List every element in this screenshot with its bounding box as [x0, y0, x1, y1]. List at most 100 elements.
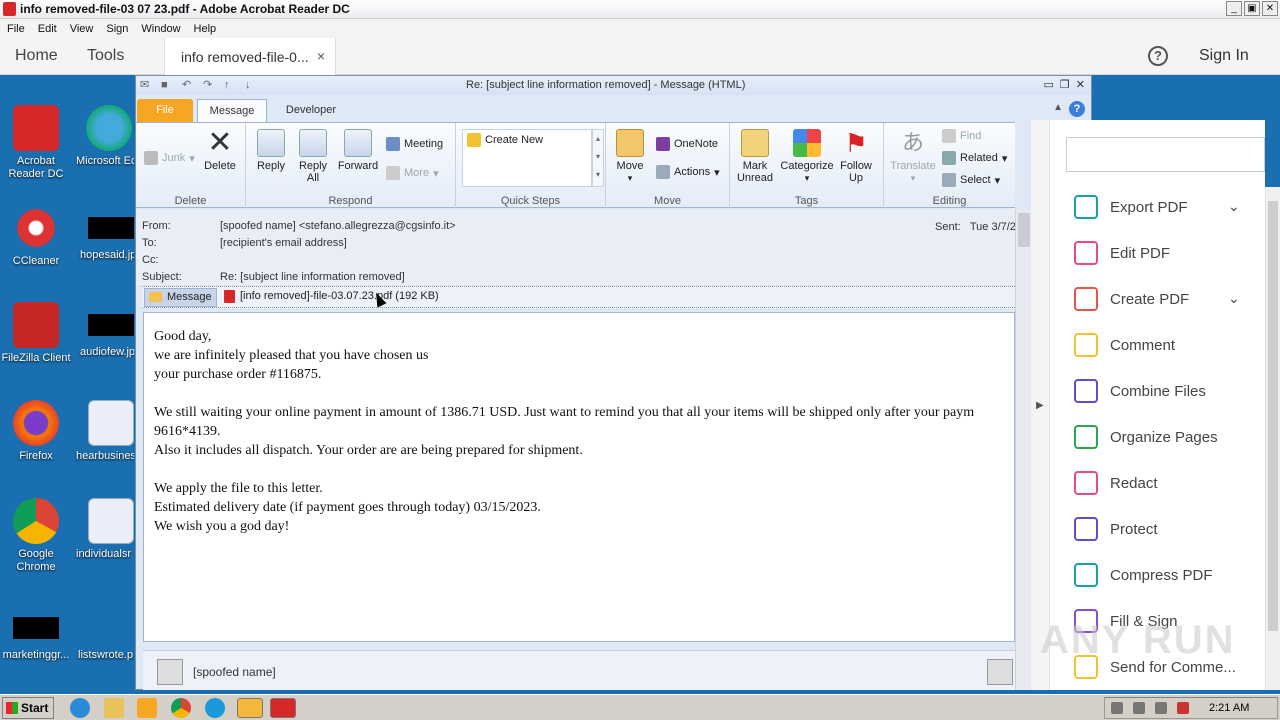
desktop-icon-listswrote[interactable]: listswrote.p: [72, 605, 134, 662]
comment-icon: [1074, 333, 1098, 357]
desktop-icon-acrobat[interactable]: Acrobat Reader DC: [0, 105, 72, 181]
outlook-scroll-thumb[interactable]: [1018, 213, 1030, 247]
select-button[interactable]: Select ▾: [942, 173, 1000, 187]
forward-button[interactable]: Forward: [334, 129, 382, 172]
chrome-taskbar-icon[interactable]: [171, 698, 191, 718]
desktop-icon-hopesaid[interactable]: hopesaid.jp: [72, 205, 134, 262]
sender-avatar[interactable]: [157, 659, 183, 685]
tab-tools[interactable]: Tools: [87, 47, 124, 65]
onenote-button[interactable]: OneNote: [656, 137, 718, 151]
tools-search-input[interactable]: [1066, 137, 1265, 172]
tab-home[interactable]: Home: [15, 47, 58, 65]
network-icon[interactable]: [1155, 702, 1167, 714]
outlook-minimize-icon[interactable]: ▭: [1044, 78, 1054, 91]
menu-file[interactable]: File: [7, 23, 25, 35]
outlook-help-icon[interactable]: ?: [1069, 101, 1085, 117]
start-button[interactable]: Start: [2, 697, 54, 719]
gallery-scroll[interactable]: ▴ ▾ ▾: [592, 129, 604, 187]
close-button[interactable]: ✕: [1262, 1, 1278, 16]
undo-icon[interactable]: ↶: [182, 79, 195, 91]
desktop-icon-filezilla[interactable]: FileZilla Client: [0, 302, 72, 365]
translate-button[interactable]: あ Translate ▾: [888, 129, 938, 184]
save-icon[interactable]: ■: [161, 79, 174, 91]
menu-edit[interactable]: Edit: [38, 23, 57, 35]
menu-help[interactable]: Help: [194, 23, 217, 35]
maximize-button[interactable]: ▣: [1244, 1, 1260, 16]
tool-create-pdf[interactable]: Create PDF ⌄: [1074, 284, 1240, 314]
reply-all-button[interactable]: Reply All: [294, 129, 332, 184]
desktop-icon-hearbusines[interactable]: hearbusines: [72, 400, 134, 463]
outlook-scrollbar[interactable]: [1015, 209, 1032, 690]
reply-button[interactable]: Reply: [252, 129, 290, 172]
sign-in-link[interactable]: Sign In: [1199, 47, 1249, 65]
tool-redact[interactable]: Redact: [1074, 468, 1158, 498]
follow-up-button[interactable]: ⚑ Follow Up: [836, 129, 876, 184]
tool-comment[interactable]: Comment: [1074, 330, 1175, 360]
volume-icon[interactable]: [1133, 702, 1145, 714]
actions-button[interactable]: Actions ▾: [656, 165, 720, 179]
up-arrow-icon[interactable]: ↑: [224, 79, 237, 91]
desktop-icon-firefox[interactable]: Firefox: [0, 400, 72, 463]
message-body[interactable]: Good day, we are infinitely pleased that…: [143, 312, 1015, 642]
chevron-down-icon[interactable]: ⌄: [1228, 198, 1240, 215]
acrobat-taskbar-icon[interactable]: [270, 698, 296, 718]
document-tab[interactable]: info removed-file-0... ×: [164, 38, 336, 75]
from-value[interactable]: [spoofed name] <stefano.allegrezza@cgsin…: [220, 220, 456, 232]
tool-compress-pdf[interactable]: Compress PDF: [1074, 560, 1213, 590]
tray-arrow-icon[interactable]: [1111, 702, 1123, 714]
flag-notification-icon[interactable]: [1177, 702, 1189, 714]
tool-combine-files[interactable]: Combine Files: [1074, 376, 1206, 406]
menu-window[interactable]: Window: [141, 23, 180, 35]
menu-sign[interactable]: Sign: [106, 23, 128, 35]
outlook-restore-icon[interactable]: ❐: [1060, 78, 1070, 91]
people-pane-name[interactable]: [spoofed name]: [193, 665, 276, 679]
desktop-icon-chrome[interactable]: Google Chrome: [0, 498, 72, 574]
body-line: 9616*4139.: [154, 424, 221, 439]
desktop-icon-audiofew[interactable]: audiofew.jp: [72, 302, 134, 359]
desktop-icon-marketinggr[interactable]: marketinggr...: [0, 605, 72, 662]
menu-view[interactable]: View: [70, 23, 94, 35]
outlook-taskbar-icon[interactable]: [237, 698, 263, 718]
tools-panel-scrollbar[interactable]: [1265, 187, 1280, 690]
categorize-button[interactable]: Categorize ▾: [778, 129, 836, 184]
desktop-icon-ccleaner[interactable]: CCleaner: [0, 205, 72, 268]
tools-scroll-thumb[interactable]: [1268, 201, 1278, 631]
redo-icon[interactable]: ↷: [203, 79, 216, 91]
desktop-icon-individualsr[interactable]: individualsr: [72, 498, 134, 561]
close-tab-icon[interactable]: ×: [317, 48, 325, 64]
explorer-icon[interactable]: [104, 698, 124, 718]
tab-developer[interactable]: Developer: [276, 99, 346, 122]
down-arrow-icon[interactable]: ↓: [245, 79, 258, 91]
edge-taskbar-icon[interactable]: [205, 698, 225, 718]
tool-organize-pages[interactable]: Organize Pages: [1074, 422, 1218, 452]
create-new-quick-step[interactable]: Create New: [467, 133, 543, 147]
collapse-right-icon[interactable]: ▶: [1036, 400, 1044, 411]
ie-icon[interactable]: [70, 698, 90, 718]
message-view-button[interactable]: Message: [144, 288, 217, 307]
find-button[interactable]: Find: [942, 129, 981, 143]
desktop-icon-edge[interactable]: Microsoft Ed: [72, 105, 134, 168]
clock[interactable]: 2:21 AM: [1209, 702, 1249, 714]
tab-message[interactable]: Message: [197, 99, 267, 122]
media-player-icon[interactable]: [137, 698, 157, 718]
outlook-close-icon[interactable]: ✕: [1076, 78, 1085, 91]
panel-collapse-strip[interactable]: ▶: [1031, 120, 1049, 690]
related-button[interactable]: Related ▾: [942, 151, 1007, 165]
tool-export-pdf[interactable]: Export PDF ⌄: [1074, 192, 1240, 222]
contact-avatar[interactable]: [987, 659, 1013, 685]
delete-button[interactable]: ✕ Delete: [202, 128, 238, 173]
pdf-attachment[interactable]: [info removed]-file-03.07.23.pdf (192 KB…: [224, 290, 439, 303]
tab-file[interactable]: File: [137, 99, 193, 122]
tool-edit-pdf[interactable]: Edit PDF: [1074, 238, 1170, 268]
mark-unread-button[interactable]: Mark Unread: [734, 129, 776, 184]
chevron-down-icon[interactable]: ⌄: [1228, 290, 1240, 307]
to-value[interactable]: [recipient's email address]: [220, 237, 347, 249]
tool-protect[interactable]: Protect: [1074, 514, 1158, 544]
junk-button[interactable]: Junk ▾: [144, 151, 195, 165]
minimize-ribbon-icon[interactable]: ▲: [1053, 102, 1063, 113]
minimize-button[interactable]: _: [1226, 1, 1242, 16]
meeting-button[interactable]: Meeting: [386, 137, 443, 151]
help-icon[interactable]: ?: [1148, 46, 1168, 66]
more-respond-button[interactable]: More ▾: [386, 166, 439, 180]
move-button[interactable]: Move ▾: [612, 129, 648, 184]
